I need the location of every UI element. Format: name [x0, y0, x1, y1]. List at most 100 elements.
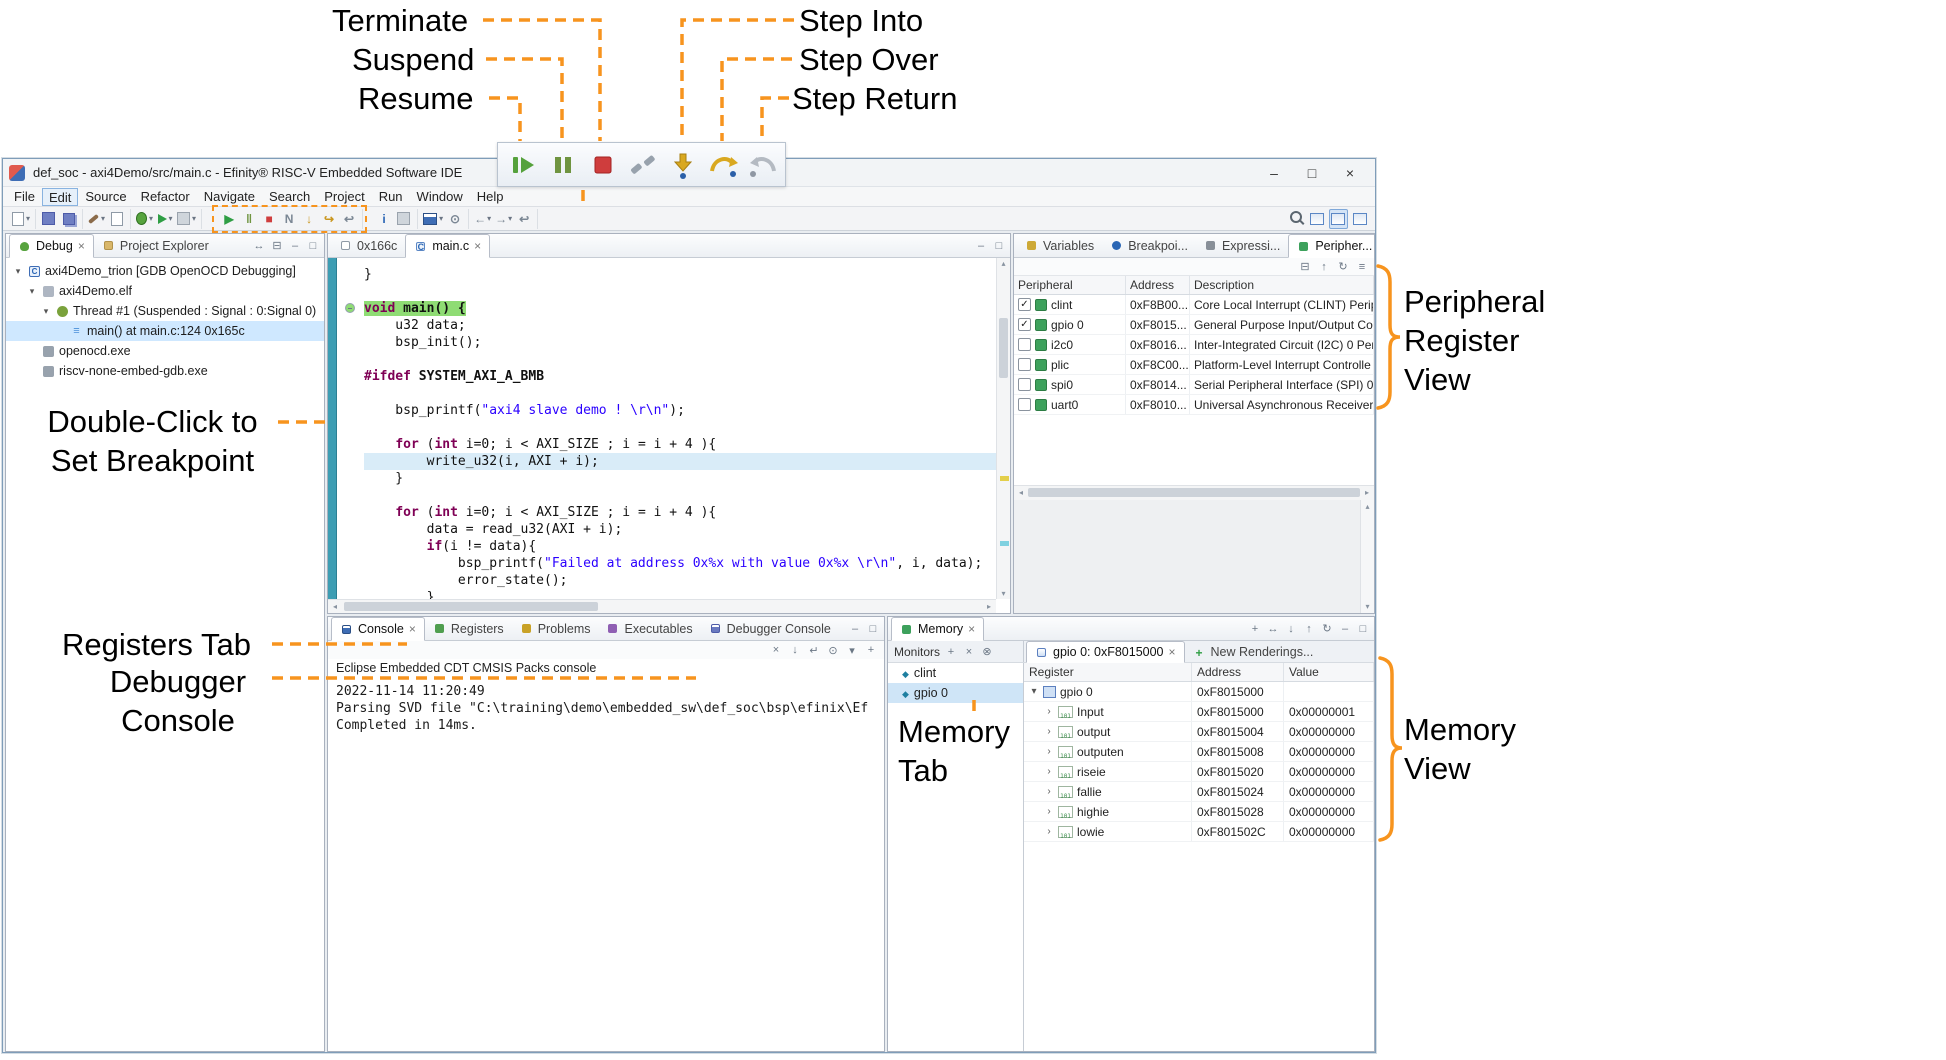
tab-problems[interactable]: Problems	[512, 617, 599, 640]
scroll-up-icon[interactable]: ▴	[997, 259, 1010, 268]
build-button[interactable]	[87, 209, 106, 229]
column-header[interactable]: Register	[1024, 663, 1192, 681]
code-line[interactable]: bsp_printf("Failed at address 0x%x with …	[364, 555, 996, 572]
export-icon[interactable]: ↑	[1317, 261, 1331, 273]
menu-item[interactable]: Source	[78, 188, 133, 206]
expander-icon[interactable]: ▾	[40, 306, 52, 317]
peripheral-row[interactable]: uart0 0xF8010... Universal Asynchronous …	[1014, 395, 1374, 415]
code-line[interactable]: }	[364, 470, 996, 487]
step-over-button-large[interactable]	[708, 150, 738, 180]
debug-tree-item[interactable]: ▾ axi4Demo_trion [GDB OpenOCD Debugging]	[6, 261, 324, 281]
expander-icon[interactable]: ›	[1044, 706, 1054, 717]
code-line[interactable]: u32 data;	[364, 317, 996, 334]
menu-item[interactable]: Help	[470, 188, 511, 206]
peripheral-checkbox[interactable]	[1018, 358, 1031, 371]
code-line[interactable]: for (int i=0; i < AXI_SIZE ; i = i + 4 )…	[364, 504, 996, 521]
open-console-icon[interactable]: +	[864, 644, 878, 656]
register-row[interactable]: › riseie 0xF8015020 0x00000000	[1024, 762, 1374, 782]
scroll-left-icon[interactable]: ◂	[328, 600, 342, 613]
coverage-button[interactable]	[176, 209, 197, 229]
add-monitor-button[interactable]: +	[944, 646, 958, 658]
tab-peripherals[interactable]: Peripher...	[1288, 234, 1375, 258]
peripheral-checkbox[interactable]	[1018, 338, 1031, 351]
overview-marker-yellow[interactable]	[1000, 476, 1009, 481]
peripherals-horizontal-scrollbar[interactable]: ◂ ▸	[1014, 485, 1374, 500]
minimize-icon[interactable]: –	[288, 240, 302, 252]
memory-monitor-item[interactable]: clint	[888, 663, 1023, 683]
scrollbar-thumb[interactable]	[999, 318, 1008, 378]
run-button[interactable]	[156, 209, 174, 229]
suspend-button-large[interactable]	[548, 150, 578, 180]
peripheral-checkbox[interactable]	[1018, 318, 1031, 331]
minimize-button[interactable]: –	[1255, 160, 1293, 186]
register-row[interactable]: › outputen 0xF8015008 0x00000000	[1024, 742, 1374, 762]
peripheral-row[interactable]: clint 0xF8B00... Core Local Interrupt (C…	[1014, 295, 1374, 315]
debug-tree-item[interactable]: main() at main.c:124 0x165c	[6, 321, 324, 341]
code-line[interactable]	[364, 385, 996, 402]
close-tab-icon[interactable]	[78, 239, 85, 253]
tab-registers[interactable]: Registers	[425, 617, 512, 640]
new-memory-view-icon[interactable]: +	[1248, 623, 1262, 635]
code-line[interactable]: }	[364, 589, 996, 599]
instruction-stepping-button[interactable]: i	[375, 209, 393, 229]
code-area[interactable]: } void main() { u32 data; bsp_init(); #i…	[328, 258, 996, 599]
disconnect-button-large[interactable]	[628, 150, 658, 180]
peripheral-row[interactable]: gpio 0 0xF8015... General Purpose Input/…	[1014, 315, 1374, 335]
peripheral-row[interactable]: spi0 0xF8014... Serial Peripheral Interf…	[1014, 375, 1374, 395]
tab-breakpoints[interactable]: Breakpoi...	[1102, 234, 1196, 257]
export-icon[interactable]: ↑	[1302, 623, 1316, 635]
close-tab-icon[interactable]	[968, 622, 975, 636]
menu-item[interactable]: Edit	[42, 188, 78, 206]
close-tab-icon[interactable]	[409, 622, 416, 636]
tab-memory[interactable]: Memory	[891, 617, 984, 641]
view-menu-icon[interactable]: ≡	[1355, 261, 1369, 273]
step-into-button[interactable]: ↓	[300, 209, 318, 229]
scrollbar-thumb[interactable]	[1028, 488, 1360, 497]
back-button[interactable]: ←	[473, 209, 492, 229]
editor-body[interactable]: } void main() { u32 data; bsp_init(); #i…	[328, 258, 1010, 613]
scroll-lock-icon[interactable]: ↓	[788, 644, 802, 656]
memory-monitor-item[interactable]: gpio 0	[888, 683, 1023, 703]
debug-tree-item[interactable]: ▾ Thread #1 (Suspended : Signal : 0:Sign…	[6, 301, 324, 321]
fold-marker-icon[interactable]	[345, 303, 355, 313]
code-line[interactable]: bsp_printf("axi4 slave demo ! \r\n");	[364, 402, 996, 419]
search-button[interactable]	[1287, 209, 1305, 229]
debug-tree-item[interactable]: riscv-none-embed-gdb.exe	[6, 361, 324, 381]
peripheral-checkbox[interactable]	[1018, 398, 1031, 411]
step-over-button[interactable]: ↪	[320, 209, 338, 229]
new-renderings-tab[interactable]: New Renderings...	[1185, 641, 1322, 662]
save-all-button[interactable]	[60, 209, 78, 229]
maximize-icon[interactable]: □	[306, 240, 320, 252]
editor-horizontal-scrollbar[interactable]: ◂ ▸	[328, 599, 996, 613]
remove-all-monitors-button[interactable]: ⊗	[980, 645, 994, 658]
code-line[interactable]: }	[364, 266, 996, 283]
open-console-button[interactable]	[422, 209, 444, 229]
scrollbar-thumb[interactable]	[344, 602, 598, 611]
menu-item[interactable]: Navigate	[197, 188, 262, 206]
refresh-icon[interactable]: ↻	[1336, 260, 1350, 273]
scroll-down-icon[interactable]: ▾	[997, 589, 1010, 598]
scroll-up-icon[interactable]: ▴	[1361, 502, 1374, 511]
link-icon[interactable]: ↔	[1266, 623, 1280, 635]
tab-variables[interactable]: Variables	[1017, 234, 1102, 257]
peripheral-row[interactable]: plic 0xF8C00... Platform-Level Interrupt…	[1014, 355, 1374, 375]
register-row[interactable]: › Input 0xF8015000 0x00000001	[1024, 702, 1374, 722]
tab-0x166c[interactable]: 0x166c	[331, 234, 405, 257]
disconnect-button[interactable]: N	[280, 209, 298, 229]
expander-icon[interactable]: ▾	[1029, 686, 1039, 697]
tab-debug[interactable]: Debug	[9, 234, 94, 258]
open-perspective-button[interactable]	[1308, 209, 1326, 229]
expander-icon[interactable]: ▾	[12, 266, 24, 277]
code-line[interactable]: #ifdef SYSTEM_AXI_A_BMB	[364, 368, 996, 385]
resume-button-large[interactable]	[508, 150, 538, 180]
forward-button[interactable]: →	[494, 209, 513, 229]
maximize-button[interactable]: □	[1293, 160, 1331, 186]
peripheral-checkbox[interactable]	[1018, 298, 1031, 311]
rendering-tab-gpio0[interactable]: gpio 0: 0xF8015000	[1026, 641, 1185, 663]
minimize-icon[interactable]: –	[1338, 623, 1352, 635]
menu-item[interactable]: Project	[317, 188, 371, 206]
debug-button[interactable]	[135, 209, 154, 229]
editor-vertical-scrollbar[interactable]: ▴ ▾	[996, 258, 1010, 599]
step-return-button-large[interactable]	[748, 150, 778, 180]
new-source-button[interactable]	[108, 209, 126, 229]
